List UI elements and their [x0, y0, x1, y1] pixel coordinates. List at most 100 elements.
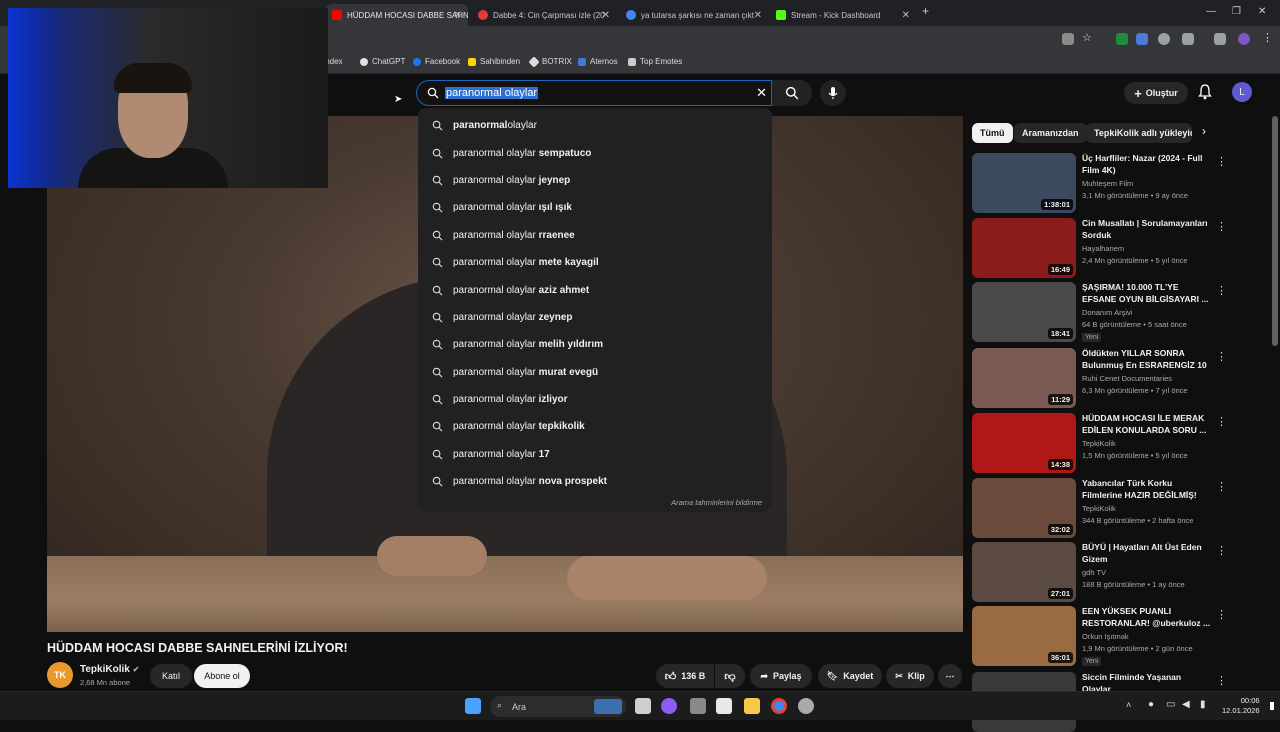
- clock[interactable]: 00:06 12.01.2026: [1222, 696, 1260, 716]
- suggestion-item[interactable]: paranormal olaylar rraenee: [418, 222, 772, 249]
- suggestion-item[interactable]: paranormal olaylar zeynep: [418, 304, 772, 331]
- channel-name[interactable]: TepkiKolik: [1082, 439, 1116, 448]
- channel-name[interactable]: Muhteşem Film: [1082, 179, 1133, 188]
- subscribe-button[interactable]: Abone ol: [194, 664, 250, 688]
- chevron-up-icon[interactable]: ˄: [1126, 700, 1131, 710]
- scrollbar[interactable]: [1272, 116, 1278, 346]
- search-button[interactable]: [772, 80, 812, 106]
- report-predictions-link[interactable]: Arama tahminlerini bildirme: [671, 498, 762, 507]
- video-title[interactable]: Üç Harfliler: Nazar (2024 - Full Film 4K…: [1082, 153, 1212, 176]
- more-options-icon[interactable]: ⋮: [1216, 480, 1227, 493]
- menu-icon[interactable]: ⋮: [1262, 31, 1274, 44]
- media-icon[interactable]: [1214, 33, 1226, 45]
- suggestion-item[interactable]: paranormal olaylar murat evegü: [418, 359, 772, 386]
- recommended-video[interactable]: 1:38:01 Üç Harfliler: Nazar (2024 - Full …: [972, 153, 1262, 213]
- more-options-icon[interactable]: ⋮: [1216, 220, 1227, 233]
- chevron-right-icon[interactable]: ›: [1202, 124, 1206, 138]
- more-options-icon[interactable]: ⋮: [1216, 284, 1227, 297]
- network-icon[interactable]: ▭: [1166, 699, 1175, 710]
- app-icon[interactable]: [798, 698, 814, 714]
- more-options-icon[interactable]: ⋮: [1216, 155, 1227, 168]
- channel-name[interactable]: Donanım Arşivi: [1082, 308, 1132, 317]
- taskbar-search[interactable]: ⌕ Ara: [490, 696, 626, 717]
- maximize-icon[interactable]: ❐: [1232, 6, 1241, 17]
- puzzle-icon[interactable]: [1182, 33, 1194, 45]
- channel-avatar[interactable]: TK: [47, 662, 73, 688]
- channel-name[interactable]: gdh TV: [1082, 568, 1106, 577]
- suggestion-item[interactable]: paranormal olaylar: [418, 112, 772, 139]
- bell-icon[interactable]: [1198, 84, 1212, 100]
- extension-icon[interactable]: [1158, 33, 1170, 45]
- suggestion-item[interactable]: paranormal olaylar ışıl ışık: [418, 194, 772, 221]
- recommended-video[interactable]: 27:01 BÜYÜ | Hayatları Alt Üst Eden Gizem…: [972, 542, 1262, 602]
- recommended-video[interactable]: 16:49 Cin Musallatı | Sorulamayanları Sor…: [972, 218, 1262, 278]
- cast-icon[interactable]: [1062, 33, 1074, 45]
- star-icon[interactable]: ☆: [1082, 31, 1094, 44]
- chip-all[interactable]: Tümü: [972, 123, 1013, 143]
- dislike-button[interactable]: 👎︎: [715, 664, 745, 688]
- video-title[interactable]: Öldükten YILLAR SONRA Bulunmuş En ESRARE…: [1082, 348, 1212, 371]
- chip-from-search[interactable]: Aramanızdan: [1014, 123, 1087, 143]
- suggestion-item[interactable]: paranormal olaylar nova prospekt: [418, 468, 772, 495]
- close-tab-icon[interactable]: ✕: [454, 10, 462, 21]
- video-thumbnail[interactable]: 32:02: [972, 478, 1076, 538]
- suggestion-item[interactable]: paranormal olaylar aziz ahmet: [418, 276, 772, 303]
- suggestion-item[interactable]: paranormal olaylar tepkikolik: [418, 413, 772, 440]
- search-query-text[interactable]: paranormal olaylar: [445, 87, 539, 99]
- search-input[interactable]: paranormal olaylar ✕: [416, 80, 772, 106]
- tab-huddam[interactable]: HÜDDAM HOCASI DABBE SAHNE ✕: [326, 4, 468, 26]
- clear-search-icon[interactable]: ✕: [756, 85, 767, 101]
- video-title[interactable]: ŞAŞIRMA! 10.000 TL'YE EFSANE OYUN BİLGİS…: [1082, 282, 1212, 305]
- tab-kick[interactable]: Stream - Kick Dashboard ✕: [770, 4, 916, 26]
- channel-name[interactable]: Hayalhanem: [1082, 244, 1124, 253]
- chrome-icon[interactable]: [771, 698, 787, 714]
- suggestion-item[interactable]: paranormal olaylar jeynep: [418, 167, 772, 194]
- clip-button[interactable]: ✂ Klip: [886, 664, 934, 688]
- suggestion-item[interactable]: paranormal olaylar melih yıldırım: [418, 331, 772, 358]
- create-button[interactable]: + Oluştur: [1124, 82, 1188, 104]
- bookmark-sahibinden[interactable]: Sahibinden: [468, 57, 520, 66]
- video-thumbnail[interactable]: 18:41: [972, 282, 1076, 342]
- video-thumbnail[interactable]: 14:38: [972, 413, 1076, 473]
- video-title[interactable]: HÜDDAM HOCASI İLE MERAK EDİLEN KONULARDA…: [1082, 413, 1212, 436]
- recommended-video[interactable]: 32:02 Yabancılar Türk Korku Filmlerine HA…: [972, 478, 1262, 538]
- bookmark-botrix[interactable]: BOTRIX: [528, 55, 572, 68]
- recommended-video[interactable]: 11:29 Öldükten YILLAR SONRA Bulunmuş En E…: [972, 348, 1262, 408]
- bookmark-aternos[interactable]: Aternos: [578, 57, 618, 66]
- task-view-icon[interactable]: [635, 698, 651, 714]
- windows-start-icon[interactable]: [465, 698, 481, 714]
- more-options-icon[interactable]: ⋮: [1216, 674, 1227, 687]
- suggestion-item[interactable]: paranormal olaylar sempatuco: [418, 139, 772, 166]
- bookmark-facebook[interactable]: Facebook: [413, 57, 460, 66]
- account-avatar[interactable]: L: [1232, 82, 1252, 102]
- suggestion-item[interactable]: paranormal olaylar mete kayagil: [418, 249, 772, 276]
- video-title[interactable]: Cin Musallatı | Sorulamayanları Sorduk: [1082, 218, 1212, 241]
- more-options-icon[interactable]: ⋮: [1216, 608, 1227, 621]
- suggestion-item[interactable]: paranormal olaylar izliyor: [418, 386, 772, 413]
- more-options-icon[interactable]: ⋮: [1216, 544, 1227, 557]
- save-button[interactable]: 🔖︎ Kaydet: [818, 664, 882, 688]
- recommended-video[interactable]: 18:41 ŞAŞIRMA! 10.000 TL'YE EFSANE OYUN B…: [972, 282, 1262, 342]
- profile-icon[interactable]: [1238, 33, 1250, 45]
- video-thumbnail[interactable]: 27:01: [972, 542, 1076, 602]
- microphone-icon[interactable]: ●: [1148, 699, 1154, 710]
- settings-icon[interactable]: [690, 698, 706, 714]
- video-thumbnail[interactable]: 11:29: [972, 348, 1076, 408]
- tab-dabbe[interactable]: Dabbe 4: Cin Çarpması izle (20 ✕: [472, 4, 616, 26]
- bookmark-chatgpt[interactable]: ChatGPT: [360, 57, 405, 66]
- new-tab-button[interactable]: +: [922, 4, 929, 18]
- voice-search-button[interactable]: [820, 80, 846, 106]
- recommended-video[interactable]: 14:38 HÜDDAM HOCASI İLE MERAK EDİLEN KONU…: [972, 413, 1262, 473]
- more-options-icon[interactable]: ⋮: [1216, 415, 1227, 428]
- close-tab-icon[interactable]: ✕: [602, 10, 610, 21]
- tab-google[interactable]: ya tutarsa şarkısı ne zaman çıkt ✕: [620, 4, 768, 26]
- video-title[interactable]: BÜYÜ | Hayatları Alt Üst Eden Gizem: [1082, 542, 1212, 565]
- store-icon[interactable]: [716, 698, 732, 714]
- minimize-icon[interactable]: —: [1206, 6, 1216, 17]
- chip-uploader[interactable]: TepkiKolik adlı yükleyici: [1086, 123, 1192, 143]
- bookmark-top-emotes[interactable]: Top Emotes: [628, 57, 682, 66]
- like-button[interactable]: 👍︎ 136 B: [656, 664, 714, 688]
- suggestion-item[interactable]: paranormal olaylar 17: [418, 441, 772, 468]
- close-tab-icon[interactable]: ✕: [754, 10, 762, 21]
- more-actions-button[interactable]: ⋯: [938, 664, 962, 688]
